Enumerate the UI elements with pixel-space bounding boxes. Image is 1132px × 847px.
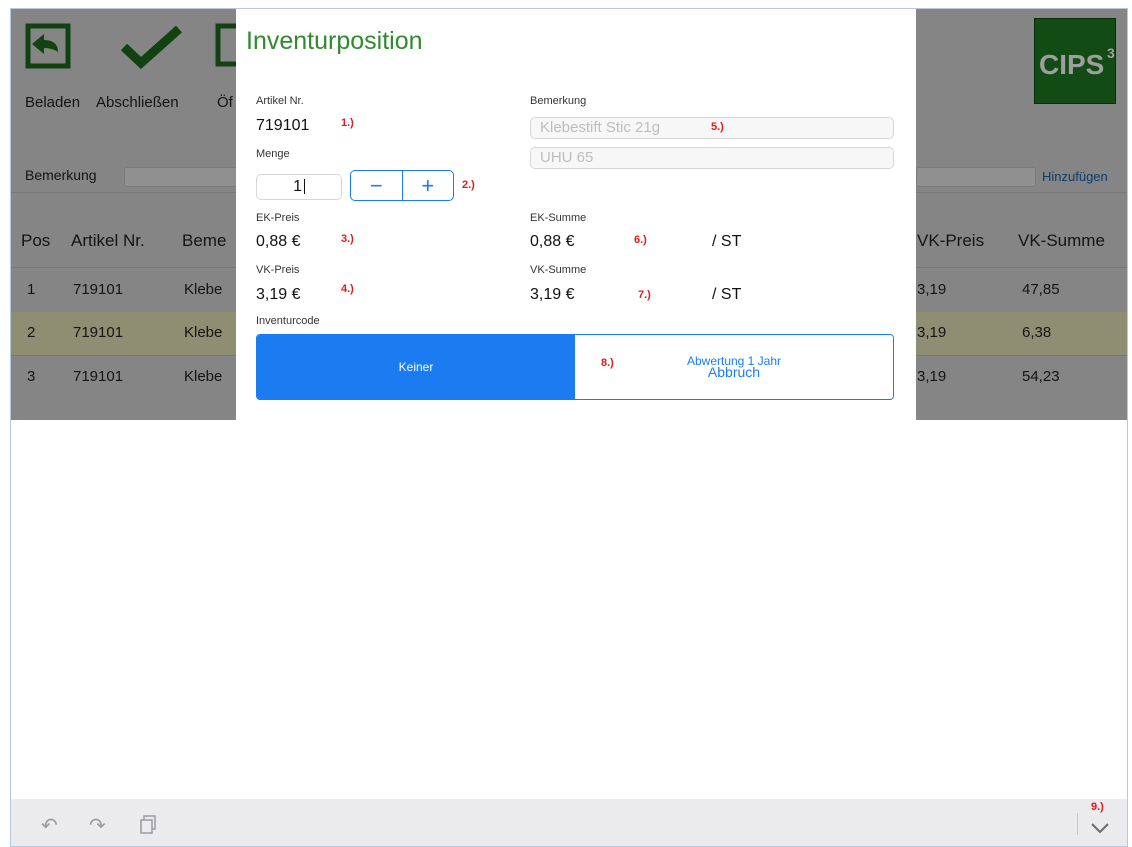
artikel-nr-value: 719101 <box>256 117 310 134</box>
annotation-2: 2.) <box>462 179 475 191</box>
ek-preis-value: 0,88 € <box>256 233 301 250</box>
redo-icon[interactable]: ↷ <box>89 813 106 838</box>
bottom-toolbar: ↶ ↷ 9.) <box>11 799 1127 846</box>
vk-summe-value: 3,19 € <box>530 286 575 303</box>
clipboard-icon[interactable] <box>139 815 157 835</box>
annotation-3: 3.) <box>341 233 354 245</box>
chevron-down-icon[interactable] <box>1090 822 1110 834</box>
annotation-7: 7.) <box>638 289 651 301</box>
ek-summe-unit: / ST <box>712 233 742 250</box>
abbruch-button[interactable]: Abbruch <box>708 365 760 379</box>
bemerkung-line-1: Klebestift Stic 21g <box>540 119 661 136</box>
annotation-1: 1.) <box>341 117 354 129</box>
inventurcode-option-abwertung[interactable]: Abwertung 1 Jahr Abbruch <box>575 335 893 399</box>
bemerkung-line-2: UHU 65 <box>540 149 594 166</box>
menge-stepper[interactable]: − + <box>350 170 454 201</box>
dialog-title: Inventurposition <box>246 27 423 55</box>
vk-preis-value: 3,19 € <box>256 286 301 303</box>
decrement-button[interactable]: − <box>351 171 402 200</box>
toolbar-divider <box>1077 813 1078 835</box>
annotation-4: 4.) <box>341 283 354 295</box>
menge-label: Menge <box>256 148 290 160</box>
annotation-5: 5.) <box>711 121 724 133</box>
artikel-nr-label: Artikel Nr. <box>256 95 304 107</box>
vk-preis-label: VK-Preis <box>256 264 300 276</box>
bemerkung-field-2[interactable]: UHU 65 <box>530 147 894 169</box>
menge-input[interactable]: 1 <box>256 174 342 200</box>
vk-summe-label: VK-Summe <box>530 264 587 276</box>
increment-button[interactable]: + <box>401 171 454 200</box>
inventurposition-dialog: Inventurposition Artikel Nr. 719101 1.) … <box>236 9 916 421</box>
bemerkung-label: Bemerkung <box>530 95 587 107</box>
ek-summe-value: 0,88 € <box>530 233 575 250</box>
text-cursor <box>304 179 305 195</box>
vk-summe-unit: / ST <box>712 286 742 303</box>
annotation-9: 9.) <box>1091 801 1104 813</box>
annotation-6: 6.) <box>634 234 647 246</box>
annotation-8: 8.) <box>601 357 614 369</box>
ek-summe-label: EK-Summe <box>530 212 587 224</box>
undo-icon[interactable]: ↶ <box>41 813 58 838</box>
menge-value: 1 <box>293 178 302 195</box>
inventurcode-option-keiner[interactable]: Keiner <box>257 335 575 399</box>
inventurcode-label: Inventurcode <box>256 315 320 327</box>
inventurcode-segmented-control[interactable]: Keiner Abwertung 1 Jahr Abbruch <box>256 334 894 400</box>
ek-preis-label: EK-Preis <box>256 212 300 224</box>
